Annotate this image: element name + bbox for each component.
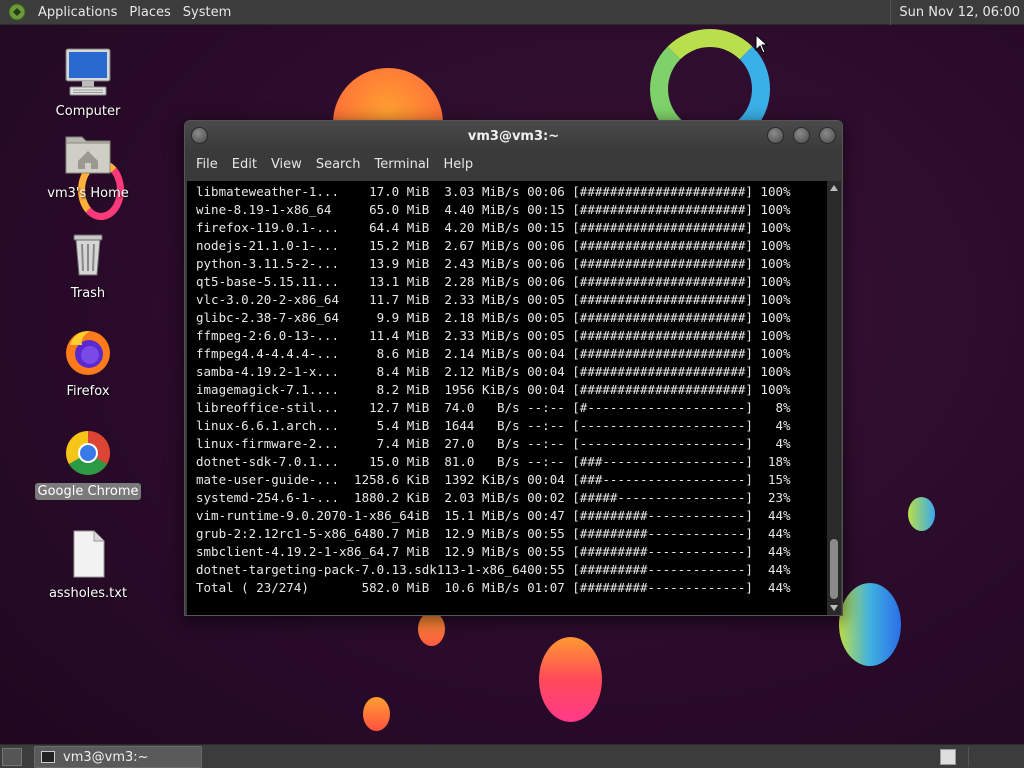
top-panel: Applications Places System Sun Nov 12, 0… <box>0 0 1024 25</box>
workspace-switcher[interactable] <box>940 749 956 765</box>
terminal-line: linux-firmware-2... 7.4 MiB 27.0 B/s --:… <box>196 436 791 451</box>
terminal-line: linux-6.6.1.arch... 5.4 MiB 1644 B/s --:… <box>196 418 791 433</box>
computer-icon <box>65 48 111 96</box>
bottom-panel: vm3@vm3:~ <box>0 744 1024 768</box>
terminal-line: libreoffice-stil... 12.7 MiB 74.0 B/s --… <box>196 400 791 415</box>
terminal-line: firefox-119.0.1-... 64.4 MiB 4.20 MiB/s … <box>196 220 791 235</box>
system-menu[interactable]: System <box>177 0 237 25</box>
desktop-icon-label: vm3's Home <box>47 186 129 201</box>
terminal-line: nodejs-21.1.0-1-... 15.2 MiB 2.67 MiB/s … <box>196 238 791 253</box>
desktop-icon-chrome[interactable]: Google Chrome <box>33 425 143 500</box>
menu-file[interactable]: File <box>189 151 225 179</box>
trash-icon <box>73 234 103 276</box>
terminal-line: mate-user-guide-... 1258.6 KiB 1392 KiB/… <box>196 472 791 487</box>
desktop-icon-label: Computer <box>55 104 121 119</box>
terminal-line: python-3.11.5-2-... 13.9 MiB 2.43 MiB/s … <box>196 256 791 271</box>
wallpaper-blob <box>908 497 935 531</box>
desktop-icon-computer[interactable]: Computer <box>33 45 143 120</box>
scrollbar-thumb[interactable] <box>830 539 838 599</box>
desktop-icon-label: Firefox <box>66 384 110 399</box>
firefox-icon <box>66 331 110 375</box>
wallpaper-blob <box>839 583 901 666</box>
window-title: vm3@vm3:~ <box>467 128 560 144</box>
text-file-icon <box>73 530 105 578</box>
desktop-icon-trash[interactable]: Trash <box>33 227 143 302</box>
desktop-icon-home[interactable]: vm3's Home <box>33 127 143 202</box>
menu-terminal[interactable]: Terminal <box>367 151 436 179</box>
terminal-output[interactable]: libmateweather-1... 17.0 MiB 3.03 MiB/s … <box>187 181 827 615</box>
terminal-scrollbar[interactable] <box>827 181 841 615</box>
terminal-line: libmateweather-1... 17.0 MiB 3.03 MiB/s … <box>196 184 791 199</box>
clock[interactable]: Sun Nov 12, 06:00 <box>890 0 1020 25</box>
terminal-line: samba-4.19.2-1-x... 8.4 MiB 2.12 MiB/s 0… <box>196 364 791 379</box>
scroll-down-icon[interactable] <box>830 605 838 611</box>
close-button[interactable] <box>819 127 836 144</box>
taskbar-item-terminal[interactable]: vm3@vm3:~ <box>34 746 202 768</box>
terminal-line: vim-runtime-9.0.2070-1-x86_64iB 15.1 MiB… <box>196 508 791 523</box>
mate-logo-icon[interactable] <box>6 1 28 23</box>
terminal-line: qt5-base-5.15.11... 13.1 MiB 2.28 MiB/s … <box>196 274 791 289</box>
menu-help[interactable]: Help <box>436 151 480 179</box>
window-titlebar[interactable]: vm3@vm3:~ <box>185 121 842 151</box>
chrome-icon <box>66 431 110 475</box>
terminal-line: grub-2:2.12rc1-5-x86_6480.7 MiB 12.9 MiB… <box>196 526 791 541</box>
wallpaper-blob <box>539 637 602 722</box>
home-folder-icon <box>65 136 111 174</box>
panel-separator <box>968 747 969 767</box>
terminal-window: vm3@vm3:~ File Edit View Search Terminal… <box>184 120 843 616</box>
mouse-pointer-icon <box>755 34 769 54</box>
terminal-menubar: File Edit View Search Terminal Help <box>185 151 842 179</box>
applications-menu[interactable]: Applications <box>32 0 123 25</box>
terminal-line: glibc-2.38-7-x86_64 9.9 MiB 2.18 MiB/s 0… <box>196 310 791 325</box>
terminal-icon <box>41 751 55 763</box>
wallpaper-blob <box>363 697 390 731</box>
menu-edit[interactable]: Edit <box>225 151 264 179</box>
terminal-line: vlc-3.0.20-2-x86_64 11.7 MiB 2.33 MiB/s … <box>196 292 791 307</box>
scroll-up-icon[interactable] <box>830 185 838 191</box>
desktop-icon-label: Google Chrome <box>34 483 142 500</box>
desktop-icon-label: assholes.txt <box>48 586 128 601</box>
desktop-icon-text-file[interactable]: assholes.txt <box>33 527 143 602</box>
terminal-line: systemd-254.6-1-... 1880.2 KiB 2.03 MiB/… <box>196 490 791 505</box>
terminal-line: dotnet-targeting-pack-7.0.13.sdk113-1-x8… <box>196 562 791 577</box>
terminal-line: ffmpeg-2:6.0-13-... 11.4 MiB 2.33 MiB/s … <box>196 328 791 343</box>
terminal-line: Total ( 23/274) 582.0 MiB 10.6 MiB/s 01:… <box>196 580 791 595</box>
wallpaper-blob <box>418 612 445 646</box>
terminal-line: dotnet-sdk-7.0.1... 15.0 MiB 81.0 B/s --… <box>196 454 791 469</box>
desktop-icon-label: Trash <box>70 286 106 301</box>
show-desktop-icon[interactable] <box>2 748 22 766</box>
taskbar-item-label: vm3@vm3:~ <box>63 749 149 765</box>
maximize-button[interactable] <box>793 127 810 144</box>
window-menu-button[interactable] <box>191 127 208 144</box>
menu-search[interactable]: Search <box>309 151 368 179</box>
menu-view[interactable]: View <box>264 151 309 179</box>
terminal-line: wine-8.19-1-x86_64 65.0 MiB 4.40 MiB/s 0… <box>196 202 791 217</box>
desktop-icon-firefox[interactable]: Firefox <box>33 325 143 400</box>
terminal-line: imagemagick-7.1.... 8.2 MiB 1956 KiB/s 0… <box>196 382 791 397</box>
minimize-button[interactable] <box>767 127 784 144</box>
terminal-line: ffmpeg4.4-4.4.4-... 8.6 MiB 2.14 MiB/s 0… <box>196 346 791 361</box>
terminal-line: smbclient-4.19.2-1-x86_64.7 MiB 12.9 MiB… <box>196 544 791 559</box>
places-menu[interactable]: Places <box>123 0 176 25</box>
